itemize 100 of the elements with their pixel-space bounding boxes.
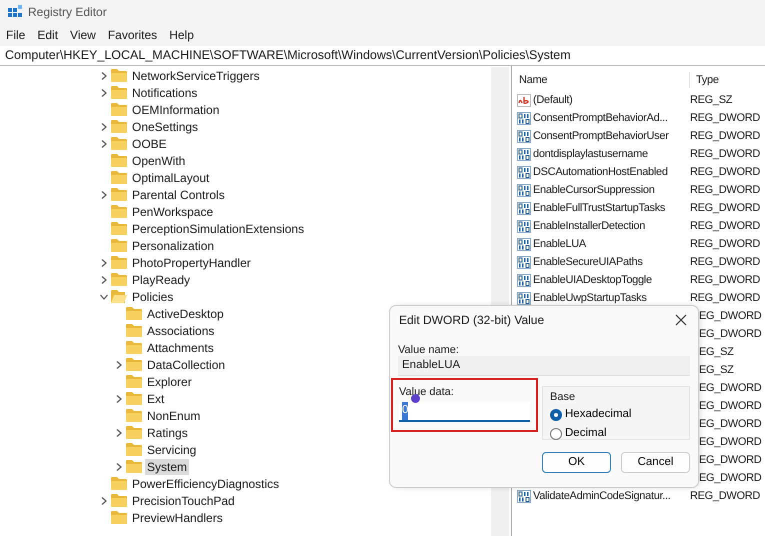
tree-item[interactable]: NonEnum [145,408,202,424]
dialog-button[interactable]: Cancel [621,452,690,473]
value-name[interactable]: EnableUwpStartupTasks [533,290,647,306]
tree-item[interactable]: OpenWith [130,152,188,168]
address-bar[interactable]: Computer\HKEY_LOCAL_MACHINE\SOFTWARE\Microsoft\Windows\CurrentVersion\Policies\System [5,46,571,65]
close-icon[interactable] [675,314,687,326]
tree-item[interactable]: Personalization [130,238,216,254]
window-title: Registry Editor [28,4,107,20]
expand-icon[interactable] [100,72,108,80]
tree-item[interactable]: PenWorkspace [130,204,216,220]
tree-item[interactable]: OEMInformation [130,102,222,118]
string-value-icon [517,94,531,106]
group-label: Base [550,391,576,403]
radio-option[interactable]: Decimal [550,424,607,444]
tree-item[interactable]: NetworkServiceTriggers [130,68,262,84]
tree-item[interactable]: Notifications [130,84,200,100]
tree-item[interactable]: System [145,458,190,474]
value-name[interactable]: ConsentPromptBehaviorUser [533,128,669,144]
binary-value-icon [517,256,531,268]
value-name[interactable]: ConsentPromptBehaviorAd... [533,110,668,126]
menu-item[interactable]: Favorites [102,26,164,44]
value-name[interactable]: EnableInstallerDetection [533,218,646,234]
value-type: REG_DWORD [690,182,760,198]
expand-icon[interactable] [115,394,123,402]
tree-item[interactable]: Ratings [145,424,190,440]
value-name[interactable]: ValidateAdminCodeSignatur... [533,488,671,504]
value-type: EG_DWORD [699,326,762,342]
binary-value-icon [517,220,531,232]
dialog-title: Edit DWORD (32-bit) Value [399,312,544,329]
value-type: EG_SZ [699,344,734,360]
tree-item[interactable]: Policies [130,288,176,304]
tree-item[interactable]: Ext [145,390,166,406]
tree-item[interactable]: Attachments [145,340,216,356]
tree-item[interactable]: Parental Controls [130,186,227,202]
tree-item[interactable]: Servicing [145,442,198,458]
expand-icon[interactable] [100,140,108,148]
tree-item[interactable]: OneSettings [130,118,200,134]
value-name[interactable]: EnableSecureUIAPaths [533,254,643,270]
field-label: Value name: [398,343,460,356]
expand-icon[interactable] [100,88,108,96]
cursor-dot [411,394,420,403]
binary-value-icon [517,238,531,250]
value-name[interactable]: DSCAutomationHostEnabled [533,164,668,180]
binary-value-icon [517,166,531,178]
value-type: EG_SZ [699,362,734,378]
expand-icon[interactable] [100,122,108,130]
radio-option[interactable]: Hexadecimal [550,406,632,424]
value-type: REG_DWORD [690,164,760,180]
field-label: Value data: [399,385,455,398]
expand-icon[interactable] [115,360,123,368]
value-name[interactable]: dontdisplaylastusername [533,146,648,162]
expand-icon[interactable] [100,190,108,198]
value-name[interactable]: EnableFullTrustStartupTasks [533,200,666,216]
tree-item[interactable]: PreviewHandlers [130,510,225,526]
value-type: REG_SZ [690,92,732,108]
menu-item[interactable]: Edit [31,26,64,44]
menu-item[interactable]: View [64,26,102,44]
value-type: EG_DWORD [699,308,762,324]
value-name-field[interactable]: EnableLUA [398,356,690,376]
binary-value-icon [517,184,531,196]
value-type: EG_DWORD [699,470,762,486]
value-type: REG_DWORD [690,128,760,144]
value-name[interactable]: EnableUIADesktopToggle [533,272,652,288]
value-name[interactable]: (Default) [533,92,572,108]
binary-value-icon [517,202,531,214]
tree-item[interactable]: PlayReady [130,272,192,288]
value-type: EG_DWORD [699,416,762,432]
value-type: REG_DWORD [690,290,760,306]
expand-icon[interactable] [100,496,108,504]
value-type: REG_DWORD [690,272,760,288]
tree-item[interactable]: Associations [145,322,216,338]
binary-value-icon [517,112,531,124]
tree-item[interactable]: ActiveDesktop [145,306,226,322]
expand-icon[interactable] [115,428,123,436]
expand-icon[interactable] [100,258,108,266]
value-name[interactable]: EnableLUA [533,236,586,252]
expand-icon[interactable] [100,276,108,284]
value-name[interactable]: EnableCursorSuppression [533,182,655,198]
menu-item[interactable]: File [0,26,32,44]
tree-item[interactable]: Explorer [145,374,194,390]
column-header[interactable]: Name [517,72,690,88]
tree-item[interactable]: OOBE [130,136,169,152]
value-type: REG_DWORD [690,218,760,234]
value-type: EG_DWORD [699,380,762,396]
value-data-field[interactable]: 0 [399,402,530,422]
binary-value-icon [517,148,531,160]
collapse-icon[interactable] [100,292,108,300]
tree-item[interactable]: OptimalLayout [130,170,212,186]
tree-item[interactable]: PrecisionTouchPad [130,492,237,508]
dialog-button[interactable]: OK [542,452,611,473]
menu-item[interactable]: Help [163,26,200,44]
binary-value-icon [517,274,531,286]
tree-item[interactable]: PowerEfficiencyDiagnostics [130,476,282,492]
column-header[interactable]: Type [690,72,719,88]
expand-icon[interactable] [115,462,123,470]
tree-item[interactable]: PerceptionSimulationExtensions [130,220,306,236]
tree-item[interactable]: DataCollection [145,356,228,372]
tree-item[interactable]: PhotoPropertyHandler [130,254,253,270]
value-type: REG_DWORD [690,110,760,126]
binary-value-icon [517,130,531,142]
